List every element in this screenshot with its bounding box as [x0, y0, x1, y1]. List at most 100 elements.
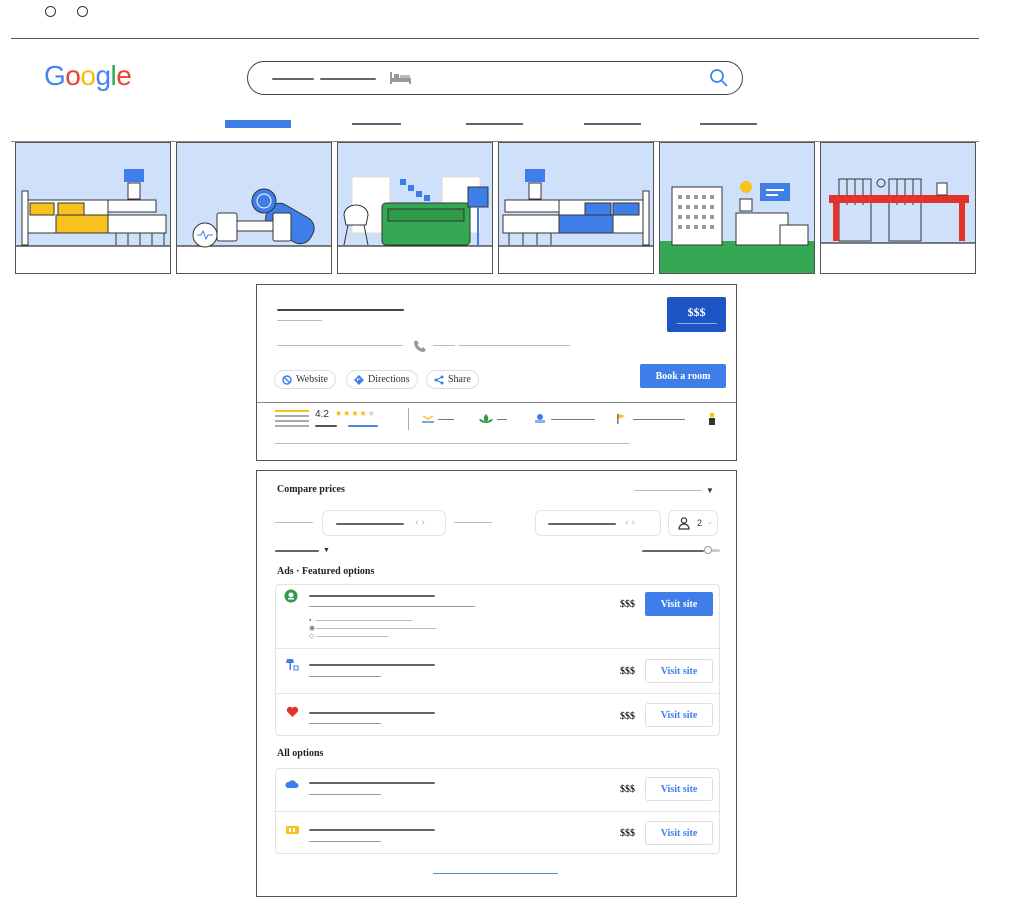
- date-arrows-icon[interactable]: ‹ ›: [625, 516, 635, 528]
- search-query-placeholder: [272, 78, 314, 80]
- address-placeholder: [277, 345, 403, 346]
- book-room-button[interactable]: Book a room: [640, 364, 726, 388]
- more-options-link[interactable]: [433, 873, 558, 875]
- all-options-title: All options: [277, 748, 324, 759]
- row-divider: [276, 693, 719, 694]
- row-divider: [276, 811, 719, 812]
- photo-tile-bedroom[interactable]: [15, 142, 171, 274]
- review-count-placeholder: [315, 425, 337, 427]
- reviews-link-placeholder[interactable]: [348, 425, 378, 427]
- tab-3[interactable]: [466, 123, 523, 125]
- photo-tile-lobby[interactable]: [337, 142, 493, 274]
- lobby-illustration: [338, 143, 492, 273]
- date-arrows-icon[interactable]: ‹ ›: [415, 516, 425, 528]
- provider-detail-placeholder: [309, 606, 475, 607]
- toggle-switch[interactable]: [704, 546, 720, 555]
- row-divider: [276, 648, 719, 649]
- phone-icon[interactable]: [413, 339, 427, 353]
- all-price-1: $$$: [620, 784, 635, 795]
- phone-placeholder: [433, 345, 455, 346]
- featured-price-2: $$$: [620, 666, 635, 677]
- photo-tile-dining[interactable]: [820, 142, 976, 274]
- visit-site-button-all-1[interactable]: Visit site: [645, 777, 713, 801]
- tab-5[interactable]: [700, 123, 757, 125]
- price-badge-text: $$$: [687, 305, 706, 319]
- compare-prices-title: Compare prices: [277, 484, 345, 495]
- tag-icon: ◇: [309, 632, 315, 640]
- photo-tile-exterior[interactable]: [659, 142, 815, 274]
- guests-selector[interactable]: 2 ⌄: [668, 510, 718, 536]
- dining-illustration: [821, 143, 975, 273]
- amenity-placeholder: [438, 419, 454, 421]
- provider-info-placeholder: [316, 628, 436, 629]
- gym-illustration: [177, 143, 331, 273]
- info-line-icon: ◉: [309, 624, 316, 632]
- chevron-down-icon: ⌄: [707, 518, 713, 526]
- blue-cloud-logo-icon: [285, 780, 299, 788]
- star-icon: ★: [367, 409, 376, 418]
- website-label: Website: [296, 374, 328, 385]
- caret-down-icon[interactable]: ▼: [323, 546, 330, 554]
- provider-detail-placeholder: [309, 676, 381, 677]
- window-control-1[interactable]: [45, 6, 56, 17]
- flag-icon: [617, 414, 626, 424]
- provider-name-placeholder: [309, 829, 435, 831]
- all-price-2: $$$: [620, 828, 635, 839]
- featured-price-1: $$$: [620, 599, 635, 610]
- provider-name-placeholder: [309, 712, 435, 714]
- visit-site-label: Visit site: [660, 598, 698, 610]
- provider-detail-placeholder: [309, 723, 381, 724]
- directions-button[interactable]: Directions: [346, 370, 418, 389]
- search-query-placeholder: [320, 78, 376, 80]
- star-rating: ★★★★★: [335, 409, 376, 418]
- visit-site-button-featured-3[interactable]: Visit site: [645, 703, 713, 727]
- review-summary-icon: [275, 410, 309, 427]
- exterior-illustration: [660, 143, 814, 273]
- card-divider: [257, 402, 736, 403]
- blue-lamp-logo-icon: [286, 659, 299, 671]
- visit-site-label: Visit site: [660, 783, 698, 795]
- visit-site-label: Visit site: [660, 665, 698, 677]
- checkin-label-placeholder: [275, 522, 313, 523]
- google-logo[interactable]: Google: [44, 60, 132, 92]
- visit-site-button-featured-1[interactable]: Visit site: [645, 592, 713, 616]
- share-label: Share: [448, 374, 471, 385]
- search-icon[interactable]: [709, 68, 729, 88]
- share-button[interactable]: Share: [426, 370, 479, 389]
- hotel-name-placeholder: [277, 309, 404, 311]
- checkout-label-placeholder: [454, 522, 492, 523]
- star-icon: ★: [359, 409, 368, 418]
- bed-icon: [390, 72, 411, 84]
- chevron-down-icon[interactable]: ▼: [706, 486, 714, 495]
- provider-info-placeholder: [316, 620, 412, 621]
- visit-site-label: Visit site: [660, 827, 698, 839]
- filter-placeholder: [275, 550, 319, 552]
- website-button[interactable]: Website: [274, 370, 336, 389]
- visit-site-button-featured-2[interactable]: Visit site: [645, 659, 713, 683]
- window-control-2[interactable]: [77, 6, 88, 17]
- website-icon: [282, 374, 292, 385]
- photo-tile-room[interactable]: [498, 142, 654, 274]
- checkout-date-selector[interactable]: ‹ ›: [535, 510, 661, 536]
- share-icon: [434, 375, 444, 384]
- person-icon: [678, 517, 690, 530]
- directions-label: Directions: [368, 374, 410, 385]
- provider-info-placeholder: [316, 636, 388, 637]
- amenity-footer-placeholder: [275, 443, 630, 444]
- checkin-date-selector[interactable]: ‹ ›: [322, 510, 446, 536]
- tab-2[interactable]: [352, 123, 401, 125]
- amenity-placeholder: [633, 419, 685, 421]
- visit-site-button-all-2[interactable]: Visit site: [645, 821, 713, 845]
- hotel-subtitle-placeholder: [277, 320, 322, 321]
- search-bar[interactable]: [247, 61, 743, 95]
- tab-active[interactable]: [225, 120, 291, 128]
- person-icon: [709, 412, 715, 425]
- featured-options-title: Ads · Featured options: [277, 566, 375, 577]
- book-room-label: Book a room: [655, 370, 711, 382]
- price-badge: $$$: [667, 297, 726, 332]
- tab-4[interactable]: [584, 123, 641, 125]
- photo-tile-gym[interactable]: [176, 142, 332, 274]
- room-illustration: [499, 143, 653, 273]
- visit-site-label: Visit site: [660, 709, 698, 721]
- amenity-placeholder: [551, 419, 595, 421]
